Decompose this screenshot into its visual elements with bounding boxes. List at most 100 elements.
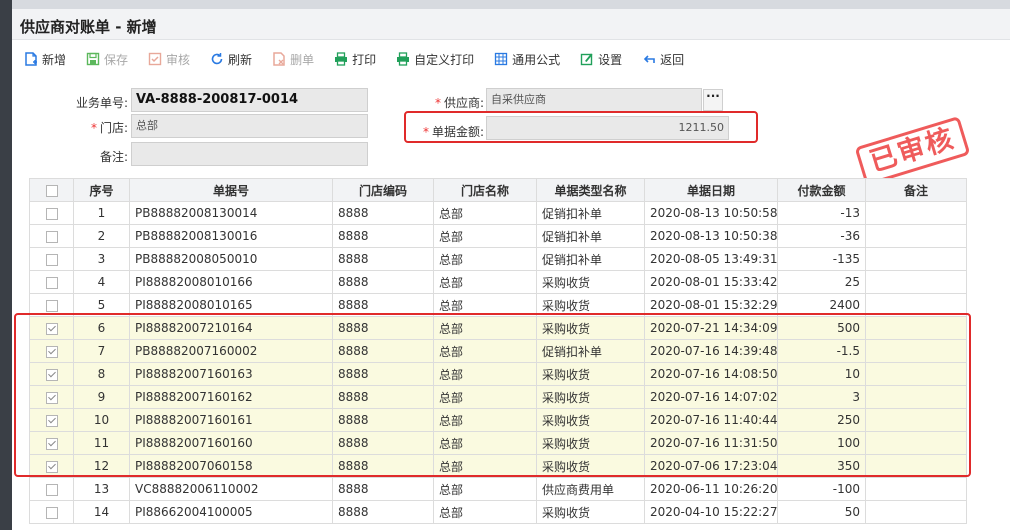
row-select-cell[interactable]	[29, 385, 74, 409]
row-checkbox[interactable]	[45, 368, 58, 381]
col-header-remark[interactable]: 备注	[865, 178, 967, 202]
formula-button-label: 通用公式	[512, 52, 561, 67]
row-checkbox[interactable]	[45, 460, 58, 473]
col-header-doc-date[interactable]: 单据日期	[644, 178, 778, 202]
row-checkbox[interactable]	[45, 437, 58, 450]
cell-doc-type: 促销扣补单	[536, 201, 645, 225]
row-checkbox[interactable]	[45, 299, 58, 312]
table-row[interactable]: 14 PI88662004100005 8888 总部 采购收货 2020-04-10 1…	[29, 500, 967, 524]
table-row[interactable]: 9 PI88882007160162 8888 总部 采购收货 2020-07-16 14…	[29, 385, 967, 409]
print-button[interactable]: 打印	[334, 51, 376, 68]
cell-remark	[865, 431, 967, 455]
back-button[interactable]: 返回	[642, 51, 684, 68]
row-checkbox[interactable]	[45, 506, 58, 519]
cell-seq: 11	[73, 431, 130, 455]
cell-remark	[865, 339, 967, 363]
custom-print-button[interactable]: 自定义打印	[396, 51, 474, 68]
row-checkbox[interactable]	[45, 322, 58, 335]
col-header-doc-type[interactable]: 单据类型名称	[536, 178, 645, 202]
table-row[interactable]: 13 VC88882006110002 8888 总部 供应商费用单 2020-06-11…	[29, 477, 967, 501]
doc-no-field[interactable]: VA-8888-200817-0014	[131, 88, 368, 112]
table-row[interactable]: 2 PB88882008130016 8888 总部 促销扣补单 2020-08-13 1…	[29, 224, 967, 248]
supplier-label-text: 供应商:	[443, 96, 484, 110]
supplier-picker-button[interactable]: ···	[703, 89, 723, 111]
formula-icon	[494, 52, 508, 66]
approve-button[interactable]: 审核	[148, 51, 190, 68]
row-checkbox[interactable]	[45, 230, 58, 243]
row-select-cell[interactable]	[29, 270, 74, 294]
table-row[interactable]: 5 PI88882008010165 8888 总部 采购收货 2020-08-01 15…	[29, 293, 967, 317]
table-row[interactable]: 11 PI88882007160160 8888 总部 采购收货 2020-07-16 1…	[29, 431, 967, 455]
row-select-cell[interactable]	[29, 224, 74, 248]
cell-seq: 1	[73, 201, 130, 225]
row-checkbox[interactable]	[45, 345, 58, 358]
cell-doc-date: 2020-07-16 11:31:50	[644, 431, 778, 455]
cell-seq: 8	[73, 362, 130, 386]
cell-doc-date: 2020-07-16 14:39:48	[644, 339, 778, 363]
row-checkbox[interactable]	[45, 276, 58, 289]
store-field[interactable]: 总部	[131, 114, 368, 138]
row-select-cell[interactable]	[29, 339, 74, 363]
cell-doc-no: PI88882008010165	[129, 293, 333, 317]
row-select-cell[interactable]	[29, 500, 74, 524]
row-select-cell[interactable]	[29, 247, 74, 271]
formula-button[interactable]: 通用公式	[494, 51, 560, 68]
table-row[interactable]: 8 PI88882007160163 8888 总部 采购收货 2020-07-16 14…	[29, 362, 967, 386]
cell-doc-date: 2020-07-06 17:23:04	[644, 454, 778, 478]
cell-pay-amount: 25	[777, 270, 866, 294]
col-header-store-name[interactable]: 门店名称	[433, 178, 537, 202]
row-select-cell[interactable]	[29, 477, 74, 501]
cell-doc-type: 采购收货	[536, 454, 645, 478]
row-select-cell[interactable]	[29, 408, 74, 432]
cell-remark	[865, 316, 967, 340]
new-button[interactable]: 新增	[24, 51, 66, 68]
row-checkbox[interactable]	[45, 391, 58, 404]
table-row[interactable]: 1 PB88882008130014 8888 总部 促销扣补单 2020-08-13 1…	[29, 201, 967, 225]
col-header-pay-amount[interactable]: 付款金额	[777, 178, 866, 202]
cell-store-name: 总部	[433, 224, 537, 248]
cell-doc-no: PI88882007160161	[129, 408, 333, 432]
table-row[interactable]: 7 PB88882007160002 8888 总部 促销扣补单 2020-07-16 1…	[29, 339, 967, 363]
row-checkbox[interactable]	[45, 207, 58, 220]
row-checkbox[interactable]	[45, 483, 58, 496]
cell-store-name: 总部	[433, 247, 537, 271]
col-header-doc-no[interactable]: 单据号	[129, 178, 333, 202]
cell-seq: 12	[73, 454, 130, 478]
remark-label: 备注:	[99, 150, 128, 164]
cell-doc-type: 供应商费用单	[536, 477, 645, 501]
col-header-store-code[interactable]: 门店编码	[332, 178, 434, 202]
delete-doc-button[interactable]: 删单	[272, 51, 314, 68]
remark-field[interactable]	[131, 142, 368, 166]
settings-icon	[580, 53, 593, 66]
cell-seq: 7	[73, 339, 130, 363]
cell-store-code: 8888	[332, 201, 434, 225]
table-row[interactable]: 10 PI88882007160161 8888 总部 采购收货 2020-07-16 1…	[29, 408, 967, 432]
settings-button[interactable]: 设置	[580, 51, 622, 68]
cell-doc-type: 采购收货	[536, 293, 645, 317]
row-checkbox[interactable]	[45, 414, 58, 427]
table-row[interactable]: 12 PI88882007060158 8888 总部 采购收货 2020-07-06 1…	[29, 454, 967, 478]
refresh-button[interactable]: 刷新	[210, 51, 252, 68]
row-checkbox[interactable]	[45, 253, 58, 266]
amount-field[interactable]: 1211.50	[486, 116, 729, 140]
cell-store-code: 8888	[332, 500, 434, 524]
col-header-seq[interactable]: 序号	[73, 178, 130, 202]
save-button[interactable]: 保存	[86, 51, 128, 68]
row-select-cell[interactable]	[29, 293, 74, 317]
cell-remark	[865, 293, 967, 317]
amount-label: * 单据金额:	[422, 125, 484, 139]
row-select-cell[interactable]	[29, 316, 74, 340]
cell-pay-amount: -100	[777, 477, 866, 501]
table-row[interactable]: 6 PI88882007210164 8888 总部 采购收货 2020-07-21 14…	[29, 316, 967, 340]
supplier-field[interactable]: 自采供应商	[486, 88, 702, 112]
row-select-cell[interactable]	[29, 362, 74, 386]
row-select-cell[interactable]	[29, 454, 74, 478]
select-all-cell[interactable]	[29, 178, 74, 202]
row-select-cell[interactable]	[29, 431, 74, 455]
table-row[interactable]: 4 PI88882008010166 8888 总部 采购收货 2020-08-01 15…	[29, 270, 967, 294]
select-all-checkbox[interactable]	[45, 184, 58, 197]
table-row[interactable]: 3 PB88882008050010 8888 总部 促销扣补单 2020-08-05 1…	[29, 247, 967, 271]
cell-doc-date: 2020-08-13 10:50:58	[644, 201, 778, 225]
cell-pay-amount: 10	[777, 362, 866, 386]
row-select-cell[interactable]	[29, 201, 74, 225]
